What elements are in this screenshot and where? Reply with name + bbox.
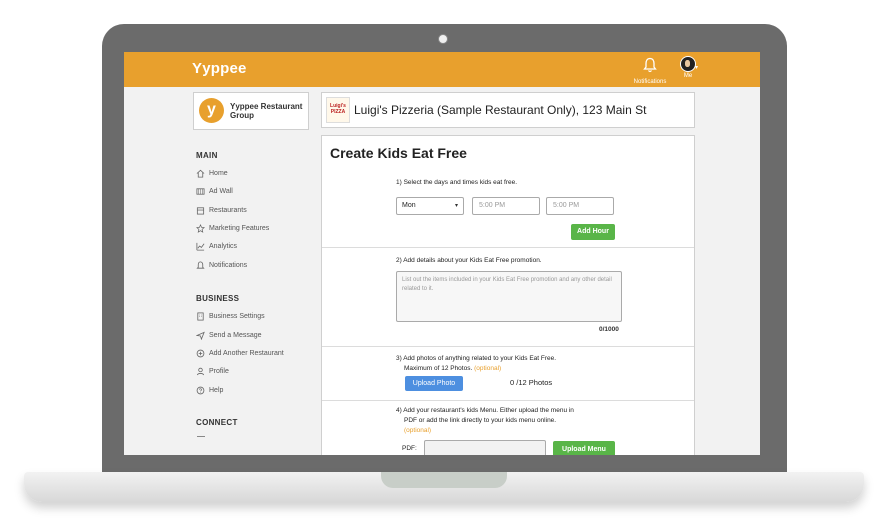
screen: Yyppee Notifications ▾ Me y Yyppee Resta… [124,52,760,455]
section-divider [322,247,694,248]
step4-instruction: 4) Add your restaurant's kids Menu. Eith… [396,406,574,436]
top-bar: Yyppee Notifications ▾ Me [124,52,760,87]
help-icon [196,386,205,394]
chevron-down-icon: ▾ [695,65,699,71]
section-title-connect: CONNECT [196,418,238,427]
end-time-input[interactable]: 5:00 PM [546,197,614,215]
sidebar-item-ad-wall[interactable]: Ad Wall [196,185,233,197]
home-icon [196,169,205,178]
step2-instruction: 2) Add details about your Kids Eat Free … [396,257,542,264]
step4-line2: PDF or add the link directly to your kid… [404,417,557,424]
section-title-main: MAIN [196,151,218,160]
sidebar-item-send-message[interactable]: Send a Message [196,329,262,341]
start-time-input[interactable]: 5:00 PM [472,197,540,215]
sidebar: y Yyppee Restaurant Group MAIN Home Ad W… [124,87,316,455]
page-title: Create Kids Eat Free [330,145,467,161]
step3-line2: Maximum of 12 Photos. [404,365,473,372]
step3-line2-wrap: Maximum of 12 Photos. (optional) [396,364,556,374]
sidebar-item-label: Ad Wall [209,187,233,195]
sidebar-item-label: Restaurants [209,206,247,214]
sidebar-item-label: Profile [209,367,229,375]
sidebar-item-label: Help [209,386,224,394]
day-select[interactable]: Mon ▾ [396,197,464,215]
section-title-business: BUSINESS [196,294,240,303]
step4-line1: 4) Add your restaurant's kids Menu. Eith… [396,407,574,414]
building-icon [197,311,204,321]
restaurants-icon [196,206,205,215]
sidebar-item-label: Analytics [209,242,238,250]
bell-icon [196,260,205,269]
sidebar-item-add-restaurant[interactable]: Add Another Restaurant [196,347,284,359]
sidebar-item-restaurants[interactable]: Restaurants [196,204,247,216]
notifications-label: Notifications [633,79,667,85]
brand-logo[interactable]: Yyppee [192,60,247,77]
step1-instruction: 1) Select the days and times kids eat fr… [396,179,518,186]
me-menu-button[interactable]: ▾ Me [675,56,701,79]
sidebar-item-label: Send a Message [209,331,262,339]
plus-circle-icon [196,349,205,357]
restaurant-title: Luigi's Pizzeria (Sample Restaurant Only… [354,103,647,117]
sidebar-item-profile[interactable]: Profile [196,365,229,377]
sidebar-item-label: Business Settings [209,312,265,320]
sidebar-item-label: Marketing Features [209,224,270,232]
me-label: Me [683,73,693,79]
camera-icon [438,34,448,44]
pdf-label: PDF: [402,445,417,452]
section-divider [322,346,694,347]
optional-label: (optional) [404,427,432,434]
step3-line1: 3) Add photos of anything related to you… [396,355,557,362]
restaurant-header: Luigi's PIZZA Luigi's Pizzeria (Sample R… [321,92,695,128]
upload-photo-button[interactable]: Upload Photo [405,376,463,391]
send-icon [196,331,205,340]
sidebar-item-marketing-features[interactable]: Marketing Features [196,222,269,234]
day-select-value: Mon [402,202,416,209]
restaurant-logo: Luigi's PIZZA [326,97,350,123]
notifications-button[interactable]: Notifications [630,57,670,85]
connect-divider [197,436,205,437]
sidebar-item-home[interactable]: Home [196,167,228,179]
caret-down-icon: ▾ [454,203,458,209]
section-divider [322,400,694,401]
analytics-icon [196,242,205,251]
avatar [680,56,696,72]
upload-menu-button[interactable]: Upload Menu [553,441,615,455]
add-hour-button[interactable]: Add Hour [571,224,615,240]
sidebar-item-label: Notifications [209,261,248,269]
step3-instruction: 3) Add photos of anything related to you… [396,354,556,374]
pdf-file-field[interactable] [424,440,546,455]
bell-icon [643,57,657,73]
sidebar-item-help[interactable]: Help [196,384,223,396]
photos-count: 0 /12 Photos [510,378,553,387]
sidebar-item-label: Add Another Restaurant [209,349,284,357]
details-textarea[interactable]: List out the items included in your Kids… [396,271,622,322]
org-card[interactable]: y Yyppee Restaurant Group [193,92,309,130]
sidebar-item-analytics[interactable]: Analytics [196,240,237,252]
sidebar-item-notifications[interactable]: Notifications [196,259,247,271]
laptop-notch [381,472,507,488]
org-name: Yyppee Restaurant Group [230,102,303,120]
sidebar-item-label: Home [209,169,228,177]
user-icon [196,367,205,375]
org-logo: y [199,98,224,123]
star-icon [196,223,205,233]
kids-eat-free-form: Create Kids Eat Free 1) Select the days … [321,135,695,455]
optional-label: (optional) [474,365,502,372]
character-counter: 0/1000 [599,326,619,333]
ad-wall-icon [196,187,205,195]
sidebar-item-business-settings[interactable]: Business Settings [196,310,265,322]
